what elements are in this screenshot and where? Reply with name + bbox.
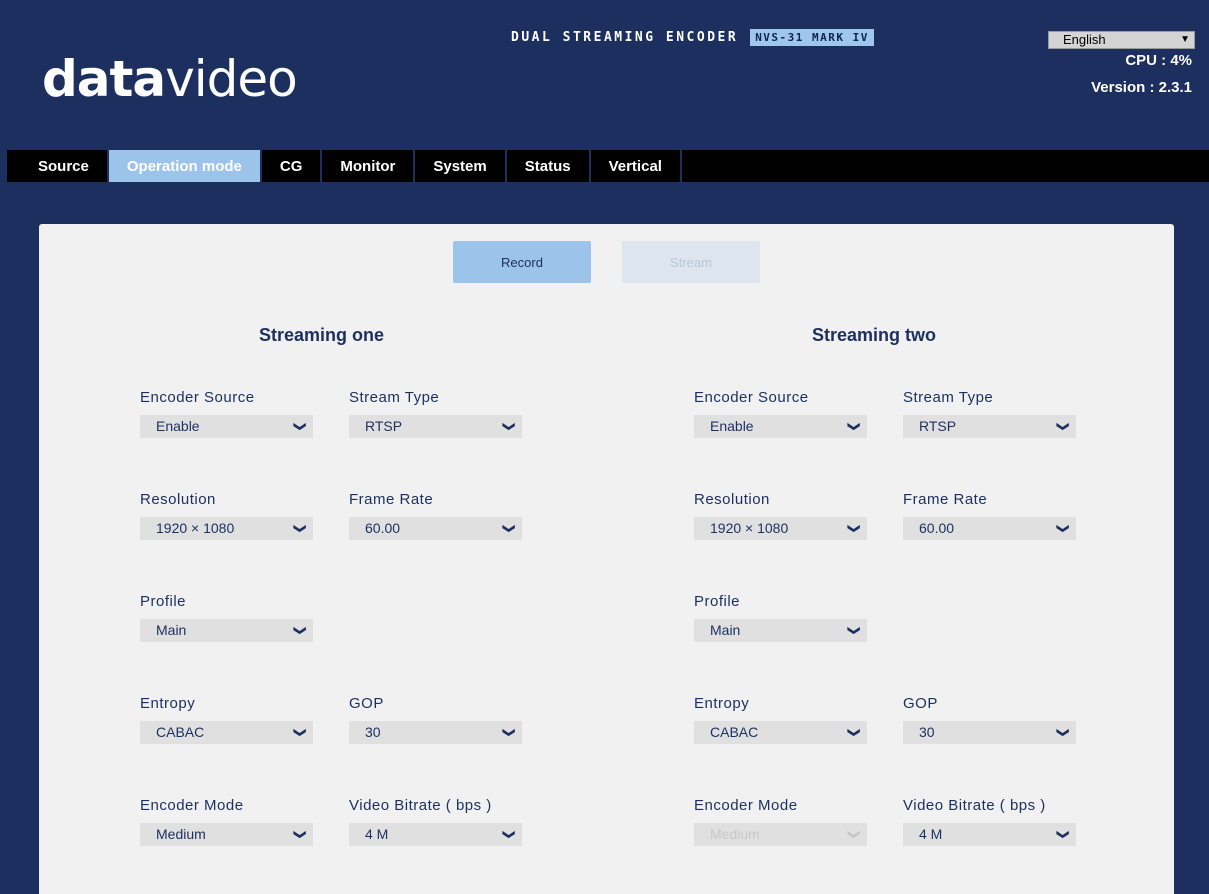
s1-frame-rate-label: Frame Rate	[349, 491, 434, 508]
s1-frame-rate-value: 60.00	[365, 520, 401, 536]
product-heading: DUAL STREAMING ENCODER NVS-31 MARK IV	[511, 29, 874, 46]
s1-entropy-value: CABAC	[156, 724, 205, 740]
s1-profile-label: Profile	[140, 593, 187, 610]
chevron-down-icon: ❯	[293, 421, 308, 432]
s2-gop-label: GOP	[903, 695, 938, 712]
s2-gop-value: 30	[919, 724, 935, 740]
tab-operation-mode[interactable]: Operation mode	[108, 150, 262, 182]
s1-gop-select[interactable]: 30 ❯	[349, 721, 522, 744]
streaming-one-title: Streaming one	[259, 325, 385, 345]
s2-encoder-source-label: Encoder Source	[694, 389, 809, 406]
operation-mode-panel: Record Stream Streaming one Encoder Sour…	[39, 224, 1174, 894]
record-mode-button[interactable]: Record	[453, 241, 591, 283]
s1-resolution-label: Resolution	[140, 491, 216, 508]
s2-resolution-label: Resolution	[694, 491, 770, 508]
firmware-version: Version : 2.3.1	[1091, 79, 1192, 96]
tab-vertical[interactable]: Vertical	[590, 150, 682, 182]
chevron-down-icon: ❯	[847, 523, 862, 534]
s2-profile-select[interactable]: Main ❯	[694, 619, 867, 642]
s1-encoder-mode-value: Medium	[156, 826, 206, 842]
s2-frame-rate-label: Frame Rate	[903, 491, 988, 508]
s2-encoder-mode-label: Encoder Mode	[694, 797, 798, 814]
header: datavideo DUAL STREAMING ENCODER NVS-31 …	[0, 0, 1209, 150]
s2-frame-rate-value: 60.00	[919, 520, 955, 536]
chevron-down-icon: ❯	[1056, 727, 1071, 738]
s1-profile-select[interactable]: Main ❯	[140, 619, 313, 642]
tab-status[interactable]: Status	[506, 150, 591, 182]
s1-encoder-source-select[interactable]: Enable ❯	[140, 415, 313, 438]
s1-encoder-mode-select[interactable]: Medium ❯	[140, 823, 313, 846]
logo-bold-text: data	[42, 50, 166, 108]
s2-entropy-value: CABAC	[710, 724, 759, 740]
s2-video-bitrate-label: Video Bitrate ( bps )	[903, 797, 1046, 814]
s1-gop-value: 30	[365, 724, 381, 740]
s1-encoder-mode-label: Encoder Mode	[140, 797, 244, 814]
stream-mode-button[interactable]: Stream	[622, 241, 760, 283]
chevron-down-icon: ❯	[847, 829, 862, 840]
chevron-down-icon: ❯	[1056, 829, 1071, 840]
s1-encoder-source-label: Encoder Source	[140, 389, 255, 406]
tab-cg[interactable]: CG	[261, 150, 323, 182]
s2-stream-type-label: Stream Type	[903, 389, 994, 406]
s2-encoder-source-select[interactable]: Enable ❯	[694, 415, 867, 438]
language-value: English	[1063, 32, 1106, 47]
nav-bar: Source Operation mode CG Monitor System …	[7, 150, 1209, 182]
s2-resolution-value: 1920 × 1080	[710, 520, 789, 536]
chevron-down-icon: ❯	[293, 829, 308, 840]
s2-video-bitrate-value: 4 M	[919, 826, 943, 842]
datavideo-logo: datavideo	[42, 50, 298, 108]
streaming-two-title: Streaming two	[812, 325, 937, 345]
chevron-down-icon: ❯	[1056, 421, 1071, 432]
s1-video-bitrate-value: 4 M	[365, 826, 389, 842]
chevron-down-icon: ❯	[847, 421, 862, 432]
s2-resolution-select[interactable]: 1920 × 1080 ❯	[694, 517, 867, 540]
s2-encoder-source-value: Enable	[710, 418, 754, 434]
s1-resolution-select[interactable]: 1920 × 1080 ❯	[140, 517, 313, 540]
s1-encoder-source-value: Enable	[156, 418, 200, 434]
s1-stream-type-select[interactable]: RTSP ❯	[349, 415, 522, 438]
s2-entropy-select[interactable]: CABAC ❯	[694, 721, 867, 744]
main-nav: Source Operation mode CG Monitor System …	[0, 150, 1209, 182]
s2-profile-label: Profile	[694, 593, 741, 610]
s1-stream-type-label: Stream Type	[349, 389, 440, 406]
s1-entropy-select[interactable]: CABAC ❯	[140, 721, 313, 744]
logo-light-text: video	[165, 50, 298, 108]
chevron-down-icon: ❯	[847, 625, 862, 636]
product-title: DUAL STREAMING ENCODER	[511, 30, 739, 45]
s1-video-bitrate-select[interactable]: 4 M ❯	[349, 823, 522, 846]
s2-entropy-label: Entropy	[694, 695, 750, 712]
s2-gop-select[interactable]: 30 ❯	[903, 721, 1076, 744]
chevron-down-icon: ❯	[502, 829, 517, 840]
s1-frame-rate-select[interactable]: 60.00 ❯	[349, 517, 522, 540]
s2-encoder-mode-select: Medium ❯	[694, 823, 867, 846]
chevron-down-icon: ❯	[847, 727, 862, 738]
s2-profile-value: Main	[710, 622, 741, 638]
s1-resolution-value: 1920 × 1080	[156, 520, 235, 536]
cpu-usage: CPU : 4%	[1125, 52, 1192, 69]
tab-system[interactable]: System	[415, 150, 507, 182]
chevron-down-icon: ❯	[502, 421, 517, 432]
chevron-down-icon: ❯	[502, 727, 517, 738]
s1-profile-value: Main	[156, 622, 187, 638]
model-badge: NVS-31 MARK IV	[750, 29, 874, 46]
s1-gop-label: GOP	[349, 695, 384, 712]
chevron-down-icon: ❯	[293, 523, 308, 534]
chevron-down-icon: ❯	[293, 727, 308, 738]
language-select[interactable]: English ▼	[1048, 31, 1195, 49]
s2-video-bitrate-select[interactable]: 4 M ❯	[903, 823, 1076, 846]
s1-stream-type-value: RTSP	[365, 418, 403, 434]
s2-stream-type-select[interactable]: RTSP ❯	[903, 415, 1076, 438]
chevron-down-icon: ❯	[293, 625, 308, 636]
tab-source[interactable]: Source	[7, 150, 109, 182]
s2-encoder-mode-value: Medium	[710, 826, 760, 842]
chevron-down-icon: ▼	[1180, 34, 1190, 45]
chevron-down-icon: ❯	[1056, 523, 1071, 534]
s1-video-bitrate-label: Video Bitrate ( bps )	[349, 797, 492, 814]
s2-frame-rate-select[interactable]: 60.00 ❯	[903, 517, 1076, 540]
s2-stream-type-value: RTSP	[919, 418, 957, 434]
tab-monitor[interactable]: Monitor	[322, 150, 416, 182]
s1-entropy-label: Entropy	[140, 695, 196, 712]
chevron-down-icon: ❯	[502, 523, 517, 534]
